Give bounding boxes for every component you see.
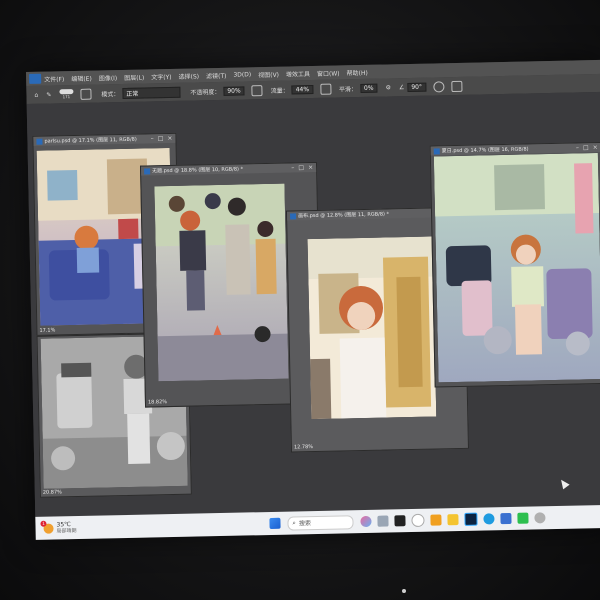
photoshop-logo-icon[interactable] bbox=[29, 73, 42, 84]
menu-3d[interactable]: 3D(D) bbox=[233, 71, 251, 78]
zoom-readout: 17.1% bbox=[39, 327, 56, 334]
document-icon bbox=[144, 167, 151, 175]
monitor-screen: 文件(F) 编辑(E) 图像(I) 图层(L) 文字(Y) 选择(S) 滤镜(T… bbox=[26, 59, 600, 540]
document-icon bbox=[36, 138, 43, 145]
photoshop-taskbar-icon[interactable] bbox=[464, 512, 478, 526]
brush-preset-picker[interactable]: 171 bbox=[59, 88, 74, 100]
app-avatar-icon[interactable] bbox=[534, 512, 546, 524]
minimize-icon[interactable]: – bbox=[576, 144, 579, 151]
maximize-icon[interactable]: □ bbox=[298, 164, 304, 171]
close-icon[interactable]: × bbox=[593, 144, 598, 151]
home-icon[interactable]: ⌂ bbox=[34, 91, 38, 98]
airbrush-icon[interactable] bbox=[319, 83, 332, 95]
app-ln-icon[interactable] bbox=[430, 514, 442, 526]
document-title-bar[interactable]: 无题.psd @ 18.8% (图层 10, RGB/8) * – □ × bbox=[141, 162, 317, 176]
zoom-readout: 18.82% bbox=[147, 399, 168, 406]
gallery-icon[interactable] bbox=[377, 515, 389, 527]
mode-label: 模式： bbox=[101, 90, 120, 98]
capcut-icon[interactable] bbox=[394, 515, 406, 527]
minimize-icon[interactable]: – bbox=[151, 135, 154, 142]
menu-image[interactable]: 图像(I) bbox=[99, 73, 118, 82]
smoothing-options-icon[interactable]: ⚙ bbox=[385, 84, 391, 91]
pressure-opacity-icon[interactable] bbox=[251, 84, 263, 96]
minimize-icon[interactable]: – bbox=[291, 164, 294, 171]
edge-icon[interactable] bbox=[483, 513, 495, 525]
weather-badge: 1 bbox=[40, 520, 47, 527]
artwork-canvas[interactable] bbox=[154, 183, 289, 382]
menu-plugins[interactable]: 增效工具 bbox=[286, 69, 310, 79]
maximize-icon[interactable]: □ bbox=[583, 144, 589, 151]
mouse-cursor-icon bbox=[557, 477, 570, 490]
mode-select[interactable]: 正常 bbox=[122, 86, 181, 99]
menu-type[interactable]: 文字(Y) bbox=[151, 71, 172, 80]
app-blue-icon[interactable] bbox=[500, 512, 512, 525]
menu-layer[interactable]: 图层(L) bbox=[124, 72, 144, 81]
summer-illustration bbox=[433, 153, 600, 383]
artwork-canvas[interactable] bbox=[307, 236, 437, 420]
opacity-label: 不透明度： bbox=[190, 88, 221, 97]
document-window-5[interactable]: 夏日.psd @ 14.7% (图层 16, RGB/8) – □ × bbox=[429, 141, 600, 388]
document-title: 画布.psd @ 12.8% (图层 11, RGB/8) * bbox=[298, 211, 390, 220]
menu-select[interactable]: 选择(S) bbox=[178, 71, 200, 80]
file-explorer-icon[interactable] bbox=[447, 514, 459, 526]
artwork-canvas[interactable] bbox=[433, 153, 600, 383]
workspace: parlsu.psd @ 17.1% (图层 11, RGB/8) –□× bbox=[26, 91, 600, 517]
menu-window[interactable]: 窗口(W) bbox=[317, 68, 340, 77]
search-placeholder: 搜索 bbox=[298, 520, 312, 528]
menu-help[interactable]: 帮助(H) bbox=[346, 67, 368, 76]
copilot-icon[interactable] bbox=[360, 515, 372, 528]
document-title: parlsu.psd @ 17.1% (图层 11, RGB/8) bbox=[44, 136, 137, 145]
zoom-readout: 20.87% bbox=[42, 489, 62, 496]
weather-desc: 局部晴朗 bbox=[56, 527, 77, 534]
close-icon[interactable]: × bbox=[308, 164, 313, 171]
menu-view[interactable]: 视图(V) bbox=[258, 69, 279, 78]
flow-label: 流量： bbox=[270, 87, 289, 95]
menu-filter[interactable]: 滤镜(T) bbox=[206, 70, 227, 79]
close-icon[interactable]: × bbox=[167, 135, 172, 142]
easel-illustration bbox=[307, 236, 437, 420]
document-title: 无题.psd @ 18.8% (图层 10, RGB/8) * bbox=[152, 166, 244, 175]
browser-icon[interactable] bbox=[411, 513, 425, 528]
symmetry-icon[interactable] bbox=[450, 80, 463, 92]
group-illustration bbox=[154, 183, 289, 382]
windows-start-icon[interactable] bbox=[269, 517, 281, 529]
document-title-bar[interactable]: parlsu.psd @ 17.1% (图层 11, RGB/8) – □ × bbox=[33, 133, 176, 146]
pressure-size-icon[interactable] bbox=[432, 80, 445, 92]
brush-settings-icon[interactable] bbox=[80, 88, 92, 100]
document-icon bbox=[433, 147, 440, 154]
monitor-power-led bbox=[402, 589, 406, 593]
weather-widget[interactable]: 1 35℃ 局部晴朗 bbox=[40, 520, 77, 536]
menu-file[interactable]: 文件(F) bbox=[44, 74, 64, 83]
menu-edit[interactable]: 编辑(E) bbox=[71, 73, 92, 82]
maximize-icon[interactable]: □ bbox=[158, 135, 164, 142]
smooth-label: 平滑： bbox=[338, 85, 358, 93]
document-title: 夏日.psd @ 14.7% (图层 16, RGB/8) bbox=[441, 146, 529, 155]
angle-field[interactable]: 90° bbox=[407, 82, 427, 92]
document-icon bbox=[290, 212, 297, 220]
angle-icon: ∠ bbox=[398, 83, 405, 91]
brush-tool-icon[interactable]: ✎ bbox=[46, 91, 51, 98]
search-icon: ⌕ bbox=[292, 518, 296, 527]
wechat-icon[interactable] bbox=[517, 512, 529, 524]
brush-size-value: 171 bbox=[62, 93, 71, 99]
smooth-field[interactable]: 0% bbox=[359, 83, 378, 93]
zoom-readout: 12.78% bbox=[293, 444, 314, 451]
opacity-field[interactable]: 90% bbox=[223, 85, 245, 96]
flow-field[interactable]: 44% bbox=[291, 84, 314, 94]
search-box[interactable]: ⌕ 搜索 bbox=[287, 514, 354, 531]
weather-icon: 1 bbox=[40, 520, 54, 534]
